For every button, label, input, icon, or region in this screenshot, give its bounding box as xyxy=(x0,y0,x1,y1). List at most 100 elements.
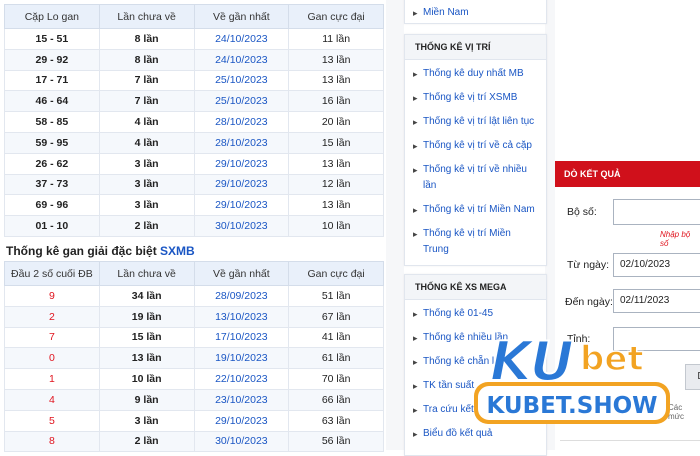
date-link[interactable]: 17/10/2023 xyxy=(193,326,290,349)
logo-bet-text: bet xyxy=(580,339,644,379)
kubet-logo: KU bet KUBET.SHOW xyxy=(472,324,672,436)
sidebar-item[interactable]: Thống kê vị trí XSMB xyxy=(405,90,546,106)
column-header: Về gần nhất xyxy=(193,261,290,286)
table-cell: 7 xyxy=(4,326,100,349)
column-header: Cặp Lo gan xyxy=(4,4,100,29)
date-link[interactable]: 24/10/2023 xyxy=(193,48,290,71)
sidebar-item[interactable]: Thống kê vị trí Miền Trung xyxy=(405,226,546,258)
from-date-input[interactable]: 02/10/2023 xyxy=(613,253,700,277)
table-cell: 8 lần xyxy=(98,48,195,71)
table-row: 37 - 73 3 lần 29/10/2023 12 lần xyxy=(4,173,384,196)
date-link[interactable]: 23/10/2023 xyxy=(193,388,290,411)
table-row: 58 - 85 4 lần 28/10/2023 20 lần xyxy=(4,111,384,133)
column-header: Đầu 2 số cuối ĐB xyxy=(4,261,100,286)
table-row: 1 10 lần 22/10/2023 70 lần xyxy=(4,368,384,390)
panel-header: THỐNG KÊ VỊ TRÍ xyxy=(405,35,546,60)
table-cell: 2 xyxy=(4,305,100,328)
sidebar-item[interactable]: Thống kê vị trí về nhiều lần xyxy=(405,162,546,194)
table-cell: 8 xyxy=(4,430,100,453)
date-link[interactable]: 29/10/2023 xyxy=(193,194,290,217)
date-link[interactable]: 28/10/2023 xyxy=(193,131,290,154)
table-cell: 17 - 71 xyxy=(4,69,100,92)
date-link[interactable]: 29/10/2023 xyxy=(193,152,290,175)
date-link[interactable]: 13/10/2023 xyxy=(193,305,290,328)
sidebar-item-mien-nam[interactable]: Miền Nam xyxy=(405,5,546,21)
table-cell: 0 xyxy=(4,347,100,370)
table-cell: 15 lần xyxy=(98,326,195,349)
date-link[interactable]: 29/10/2023 xyxy=(193,173,290,196)
table-cell: 46 - 64 xyxy=(4,90,100,113)
table-row: 15 - 51 8 lần 24/10/2023 11 lần xyxy=(4,28,384,50)
column-header: Lần chưa về xyxy=(98,4,195,29)
to-date-label: Đến ngày: xyxy=(565,296,613,308)
date-link[interactable]: 28/10/2023 xyxy=(193,111,290,133)
table-cell: 2 lần xyxy=(98,430,195,453)
date-link[interactable]: 29/10/2023 xyxy=(193,409,290,432)
sidebar-panel-vitri: THỐNG KÊ VỊ TRÍ Thống kê duy nhất MB Thốn… xyxy=(404,34,547,266)
date-link[interactable]: 30/10/2023 xyxy=(193,215,290,237)
table-cell: 59 - 95 xyxy=(4,131,100,154)
column-header: Lần chưa về xyxy=(98,261,195,286)
table-cell: 15 - 51 xyxy=(4,28,100,50)
column-header: Về gần nhất xyxy=(193,4,290,29)
table-cell: 20 lần xyxy=(288,111,384,133)
to-date-input[interactable]: 02/11/2023 xyxy=(613,289,700,313)
table-cell: 69 - 96 xyxy=(4,194,100,217)
column-header: Gan cực đại xyxy=(288,261,384,286)
table-cell: 7 lần xyxy=(98,69,195,92)
number-input[interactable] xyxy=(613,199,700,225)
table-cell: 4 lần xyxy=(98,131,195,154)
table-cell: 58 - 85 xyxy=(4,111,100,133)
sidebar-item[interactable]: Thống kê vị trí Miền Nam xyxy=(405,202,546,218)
date-link[interactable]: 28/09/2023 xyxy=(193,285,290,307)
table-row: 82 lần 30/10/2023 56 lần xyxy=(4,430,384,453)
section-title-highlight[interactable]: SXMB xyxy=(160,244,195,258)
table-cell: 9 lần xyxy=(98,388,195,411)
table-row: 9 34 lần 28/09/2023 51 lần xyxy=(4,285,384,307)
table-cell: 9 xyxy=(4,285,100,307)
table-row: 2 19 lần 13/10/2023 67 lần xyxy=(4,305,384,328)
date-link[interactable]: 25/10/2023 xyxy=(193,90,290,113)
table-cell: 56 lần xyxy=(288,430,384,453)
date-link[interactable]: 24/10/2023 xyxy=(193,28,290,50)
date-link[interactable]: 19/10/2023 xyxy=(193,347,290,370)
table-cell: 63 lần xyxy=(288,409,384,432)
section-title-text: Thống kê gan giải đặc biệt xyxy=(6,244,157,258)
table-cell: 66 lần xyxy=(288,388,384,411)
table-cell: 34 lần xyxy=(98,285,195,307)
table-cell: 3 lần xyxy=(98,409,195,432)
table-cell: 4 lần xyxy=(98,111,195,133)
table-cell: 13 lần xyxy=(98,347,195,370)
table-cell: 3 lần xyxy=(98,152,195,175)
table-cell: 13 lần xyxy=(288,48,384,71)
table-cell: 29 - 92 xyxy=(4,48,100,71)
sidebar-item[interactable]: Thống kê vị trí về cả cặp xyxy=(405,138,546,154)
special-prize-gan-table: Đầu 2 số cuối ĐB Lần chưa về Về gần nhất Ga… xyxy=(4,261,384,453)
lookup-header: DÒ KẾT QUẢ xyxy=(555,161,700,187)
table-row: 53 lần 29/10/2023 63 lần xyxy=(4,409,384,432)
date-link[interactable]: 22/10/2023 xyxy=(193,368,290,390)
table-cell: 13 lần xyxy=(288,194,384,217)
table-cell: 16 lần xyxy=(288,90,384,113)
sidebar-item[interactable]: Thống kê vị trí lật liên tục xyxy=(405,114,546,130)
table-row: 01 - 10 2 lần 30/10/2023 10 lần xyxy=(4,215,384,237)
date-link[interactable]: 30/10/2023 xyxy=(193,430,290,453)
date-link[interactable]: 25/10/2023 xyxy=(193,69,290,92)
table-cell: 7 lần xyxy=(98,90,195,113)
table-row: 29 - 92 8 lần 24/10/2023 13 lần xyxy=(4,48,384,71)
table-row: 49 lần 23/10/2023 66 lần xyxy=(4,388,384,411)
table-cell: 19 lần xyxy=(98,305,195,328)
sidebar-item[interactable]: Thống kê 01-45 xyxy=(405,306,546,322)
table-cell: 41 lần xyxy=(288,326,384,349)
logo-site-text: KUBET.SHOW xyxy=(486,393,657,419)
table-cell: 67 lần xyxy=(288,305,384,328)
sidebar-item[interactable]: Thống kê duy nhất MB xyxy=(405,66,546,82)
table-row: 46 - 64 7 lần 25/10/2023 16 lần xyxy=(4,90,384,113)
table-cell: 61 lần xyxy=(288,347,384,370)
table-cell: 3 lần xyxy=(98,194,195,217)
table-row: 26 - 62 3 lần 29/10/2023 13 lần xyxy=(4,152,384,175)
table-cell: 12 lần xyxy=(288,173,384,196)
table-cell: 15 lần xyxy=(288,131,384,154)
lookup-button[interactable]: D xyxy=(685,364,700,390)
table-cell: 11 lần xyxy=(288,28,384,50)
